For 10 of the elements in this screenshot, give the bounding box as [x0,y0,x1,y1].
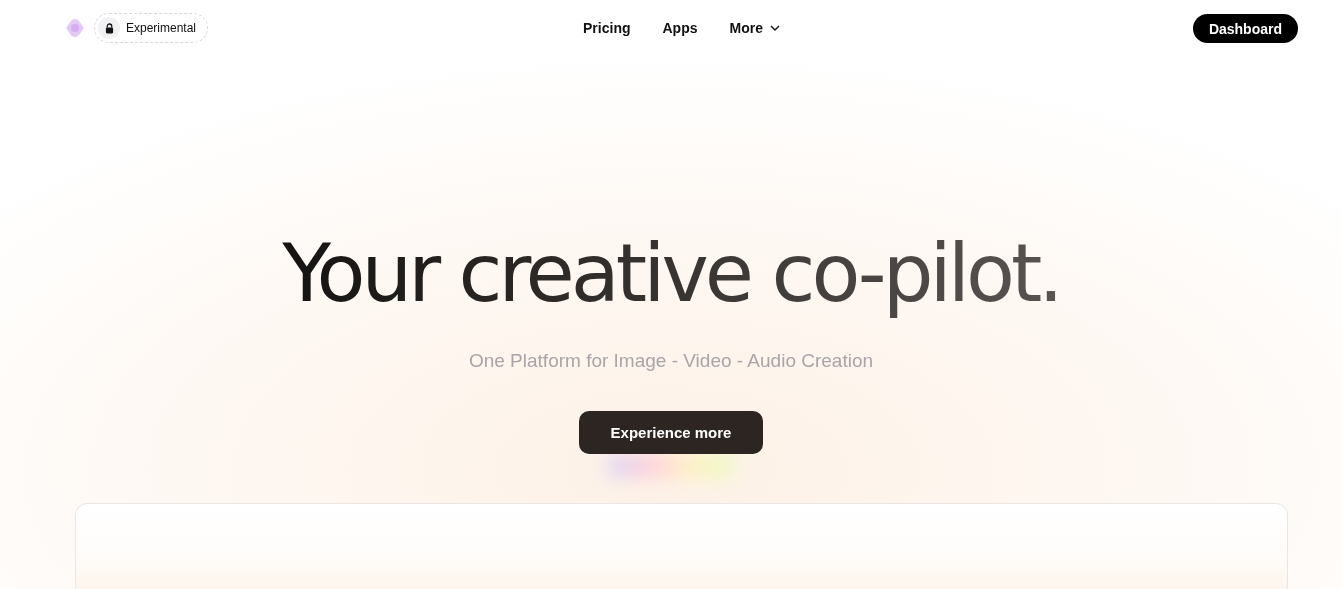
badge-label: Experimental [126,21,197,35]
experience-more-button[interactable]: Experience more [578,411,764,454]
nav-link[interactable]: Pricing [583,20,631,36]
dashboard-button[interactable]: Dashboard [1192,13,1298,43]
menu-link[interactable]: More [729,20,780,36]
lock-icon [104,22,114,34]
logo-icon[interactable] [65,18,85,38]
chevron-down-icon [769,25,780,31]
hero-subtitle: One Platform for Image - Video - Audio Creation [468,350,874,372]
nav-link[interactable]: Apps [662,20,698,36]
